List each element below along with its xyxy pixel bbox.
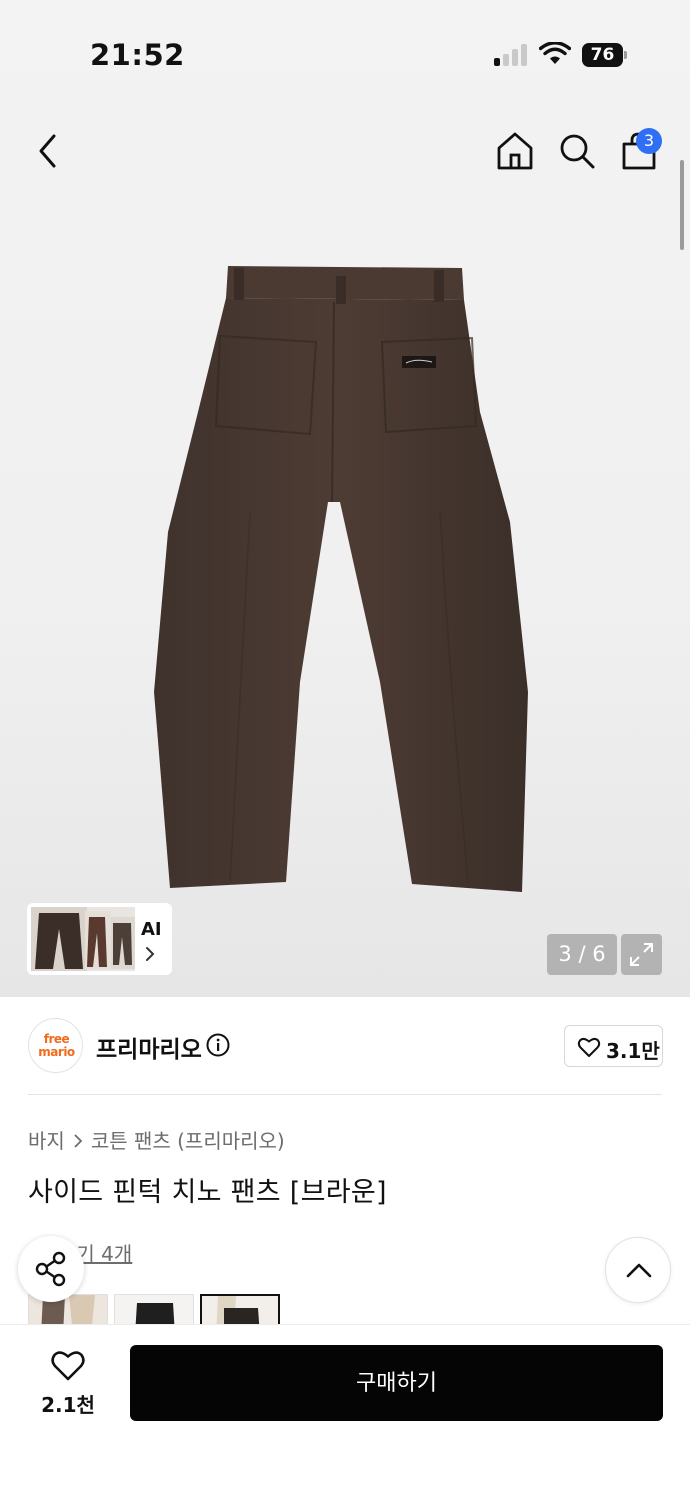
brand-name-link[interactable]: 프리마리오 bbox=[96, 1030, 202, 1064]
battery-icon: 76 bbox=[582, 43, 628, 67]
brand-like-button[interactable]: 3.1만 bbox=[564, 1025, 663, 1067]
expand-button[interactable] bbox=[621, 934, 662, 975]
expand-icon bbox=[630, 943, 653, 966]
wishlist-heart-icon[interactable] bbox=[50, 1348, 86, 1382]
variant-thumbnail-brown[interactable] bbox=[200, 1294, 280, 1324]
chevron-right-icon bbox=[74, 1134, 83, 1148]
home-icon[interactable] bbox=[494, 130, 536, 172]
image-counter: 3 / 6 bbox=[547, 934, 617, 975]
cellular-signal-icon bbox=[494, 44, 528, 66]
breadcrumb-item-subcategory[interactable]: 코튼 팬츠 (프리마리오) bbox=[91, 1129, 285, 1153]
info-icon[interactable] bbox=[206, 1033, 230, 1057]
brand-logo-text-bottom: mario bbox=[38, 1045, 75, 1059]
ai-label: AI bbox=[141, 919, 162, 940]
share-icon bbox=[35, 1251, 66, 1287]
ai-thumbnail-image bbox=[31, 907, 135, 971]
color-variant-thumbnails bbox=[28, 1294, 668, 1324]
variant-thumbnail-black[interactable] bbox=[114, 1294, 194, 1324]
status-time: 21:52 bbox=[90, 38, 185, 72]
wifi-icon bbox=[539, 42, 571, 64]
product-image-gallery[interactable]: 21:52 76 3 AI 3 / 6 bbox=[0, 0, 690, 997]
product-title: 사이드 핀턱 치노 팬츠 [브라운] bbox=[28, 1177, 387, 1208]
breadcrumb-item-category[interactable]: 바지 bbox=[28, 1129, 65, 1153]
ai-try-on-card[interactable]: AI bbox=[27, 903, 172, 975]
battery-level: 76 bbox=[582, 43, 623, 67]
brand-logo[interactable]: free mario bbox=[28, 1018, 83, 1073]
chevron-up-icon bbox=[626, 1263, 652, 1278]
scrollbar bbox=[680, 160, 684, 250]
product-photo-brown-pants bbox=[154, 266, 528, 892]
buy-button[interactable]: 구매하기 bbox=[130, 1345, 663, 1421]
brand-logo-text-top: free bbox=[43, 1032, 70, 1046]
cart-count-badge: 3 bbox=[636, 128, 662, 154]
chevron-right-icon bbox=[146, 947, 155, 961]
heart-icon bbox=[577, 1038, 601, 1057]
back-icon[interactable] bbox=[28, 128, 68, 174]
share-button[interactable] bbox=[18, 1236, 84, 1302]
wishlist-count: 2.1천 bbox=[41, 1393, 95, 1417]
brand-like-count: 3.1만 bbox=[606, 1039, 660, 1063]
divider bbox=[28, 1094, 662, 1095]
breadcrumb: 바지 코튼 팬츠 (프리마리오) bbox=[28, 1125, 285, 1154]
scroll-to-top-button[interactable] bbox=[605, 1237, 671, 1303]
search-icon[interactable] bbox=[556, 130, 598, 172]
